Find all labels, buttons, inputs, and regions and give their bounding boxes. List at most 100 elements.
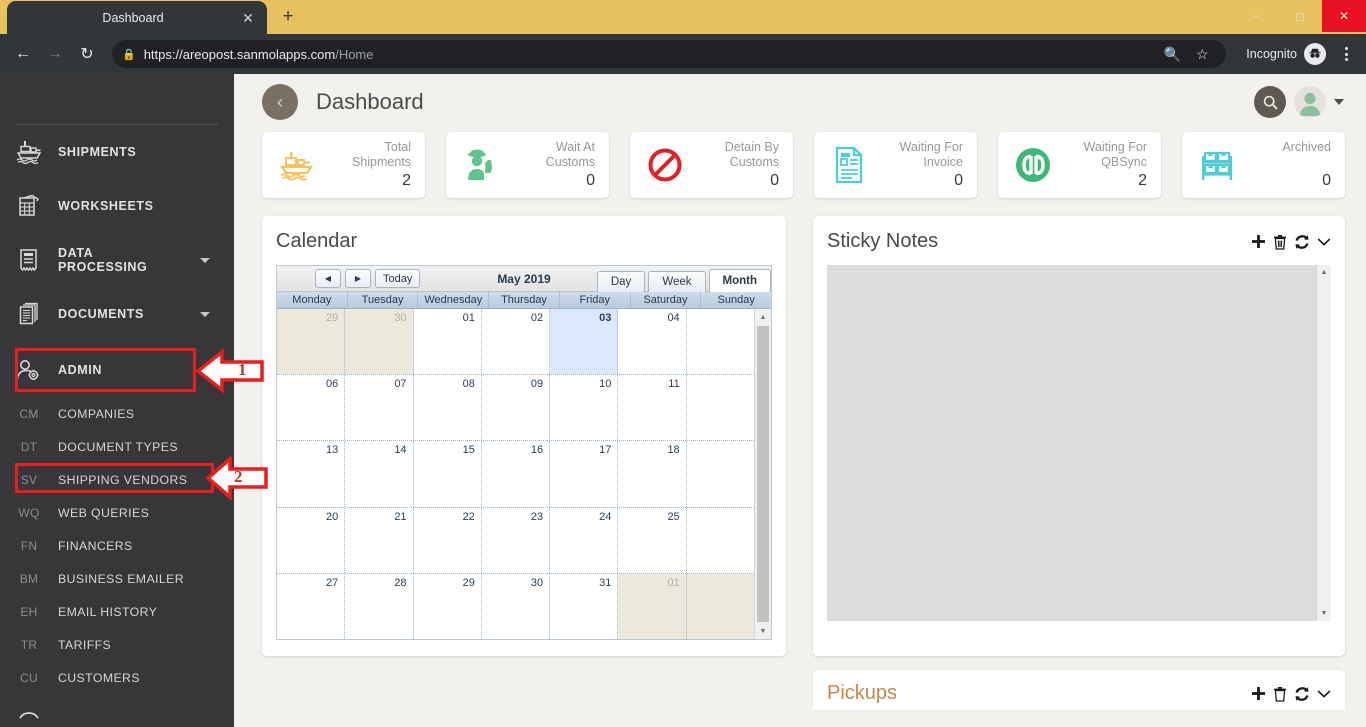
- calendar-day-cell[interactable]: 23: [482, 507, 551, 573]
- calendar-day-cell-today[interactable]: 03: [550, 309, 619, 375]
- arrow-right-icon[interactable]: →: [40, 39, 70, 69]
- sidebar-subitem-business-emailer[interactable]: BM BUSINESS EMAILER: [0, 562, 234, 595]
- calendar-day-cell[interactable]: 29: [414, 573, 482, 639]
- close-icon[interactable]: ✕: [1322, 0, 1366, 32]
- refresh-icon[interactable]: [1294, 234, 1310, 250]
- sidebar-item-admin[interactable]: ADMIN: [0, 343, 234, 397]
- reload-icon[interactable]: ↻: [72, 39, 102, 69]
- chevron-down-icon[interactable]: [1317, 237, 1331, 247]
- calendar-day-cell[interactable]: 01: [414, 309, 482, 375]
- calendar-day-cell[interactable]: [687, 309, 754, 374]
- scrollbar-thumb[interactable]: [757, 326, 769, 622]
- sidebar-subitem-email-history[interactable]: EH EMAIL HISTORY: [0, 595, 234, 628]
- browser-tab[interactable]: Dashboard ✕: [7, 1, 267, 34]
- three-dots-icon[interactable]: [1334, 40, 1358, 68]
- chevron-down-icon[interactable]: [200, 257, 210, 263]
- caret-down-icon[interactable]: [1334, 99, 1344, 105]
- star-icon[interactable]: ☆: [1188, 40, 1216, 68]
- calendar-day-cell[interactable]: [687, 441, 754, 506]
- sidebar-subitem-document-types[interactable]: DT DOCUMENT TYPES: [0, 430, 234, 463]
- sidebar-item-documents[interactable]: DOCUMENTS: [0, 287, 234, 341]
- plus-icon[interactable]: +: [273, 2, 303, 32]
- calendar-day-cell[interactable]: 17: [550, 441, 619, 507]
- calendar-day-cell[interactable]: 30: [345, 309, 414, 375]
- address-bar[interactable]: 🔒 https://areopost.sanmolapps.com/Home 🔍…: [112, 40, 1227, 68]
- calendar-day-cell[interactable]: 27: [277, 573, 346, 639]
- maximize-icon[interactable]: ◻: [1278, 0, 1322, 32]
- trash-icon[interactable]: [1273, 686, 1287, 702]
- calendar-day-cell[interactable]: 24: [550, 507, 619, 573]
- calendar-day-cell[interactable]: 04: [618, 309, 687, 375]
- sidebar-subitem-shipping-vendors[interactable]: SV SHIPPING VENDORS: [0, 463, 234, 496]
- calendar-day-cell[interactable]: [687, 508, 754, 573]
- sidebar-subitem-web-queries[interactable]: WQ WEB QUERIES: [0, 496, 234, 529]
- calendar-day-cell[interactable]: 21: [345, 507, 414, 573]
- search-icon[interactable]: [1254, 86, 1286, 118]
- calendar-scrollbar[interactable]: ▲ ▼: [754, 309, 771, 639]
- zoom-out-icon[interactable]: 🔍: [1158, 40, 1186, 68]
- sticky-notes-content[interactable]: ▲ ▼: [827, 265, 1331, 621]
- calendar-view-day[interactable]: Day: [596, 270, 646, 292]
- calendar-day-cell[interactable]: 20: [277, 507, 346, 573]
- sidebar-subitem-financers[interactable]: FN FINANCERS: [0, 529, 234, 562]
- profile-chip[interactable]: Incognito: [1236, 40, 1332, 68]
- calendar-day-cell[interactable]: 29: [277, 309, 346, 375]
- minimize-icon[interactable]: −: [1234, 0, 1278, 32]
- calendar-today-button[interactable]: Today: [375, 269, 421, 288]
- calendar-day-cell[interactable]: 28: [345, 573, 414, 639]
- calendar-day-cell[interactable]: 10: [550, 375, 619, 441]
- refresh-icon[interactable]: [1294, 686, 1310, 702]
- calendar-day-cell[interactable]: 18: [618, 441, 687, 507]
- calendar-day-cell[interactable]: 25: [618, 507, 687, 573]
- calendar-view-month[interactable]: Month: [708, 268, 771, 292]
- chevron-left-icon[interactable]: ‹: [262, 84, 298, 120]
- arrow-left-icon[interactable]: ←: [8, 39, 38, 69]
- calendar-day-cell[interactable]: 16: [482, 441, 551, 507]
- chevron-down-icon[interactable]: [1317, 689, 1331, 699]
- calendar-day-cell[interactable]: [686, 573, 754, 639]
- calendar-day-cell[interactable]: 30: [482, 573, 551, 639]
- calendar-view-week[interactable]: Week: [648, 270, 706, 292]
- stat-card-archived[interactable]: Archived 0: [1182, 132, 1345, 198]
- sidebar-item-partial[interactable]: [0, 694, 234, 724]
- plus-icon[interactable]: [1251, 234, 1266, 249]
- stat-card-total-shipments[interactable]: Total Shipments 2: [262, 132, 425, 198]
- calendar-day-cell[interactable]: 09: [482, 375, 551, 441]
- calendar-day-cell[interactable]: 14: [345, 441, 414, 507]
- calendar-day-cell[interactable]: 06: [277, 375, 346, 441]
- calendar-next-button[interactable]: ▶: [345, 269, 371, 288]
- trash-icon[interactable]: [1273, 234, 1287, 250]
- calendar-day-cell[interactable]: 31: [550, 573, 619, 639]
- sidebar-subitem-customers[interactable]: CU CUSTOMERS: [0, 661, 234, 694]
- calendar-day-cell[interactable]: [687, 375, 754, 440]
- calendar-day-cell[interactable]: 07: [345, 375, 414, 441]
- chevron-down-icon[interactable]: [200, 311, 210, 317]
- triangle-up-icon[interactable]: ▲: [1317, 265, 1331, 280]
- header-actions: [1254, 86, 1344, 118]
- calendar-day-cell[interactable]: 11: [618, 375, 687, 441]
- sidebar-item-data-processing[interactable]: DATA PROCESSING: [0, 233, 234, 287]
- calendar-day-cell[interactable]: 13: [277, 441, 346, 507]
- stat-card-waiting-for-qbsync[interactable]: Waiting For QBSync 2: [998, 132, 1161, 198]
- calendar-day-cell[interactable]: 22: [414, 507, 482, 573]
- sticky-notes-scrollbar[interactable]: ▲ ▼: [1316, 265, 1331, 621]
- calendar-day-cell[interactable]: 15: [414, 441, 482, 507]
- user-avatar-icon[interactable]: [1294, 86, 1326, 118]
- close-icon[interactable]: ✕: [239, 9, 257, 27]
- stat-card-detain-by-customs[interactable]: Detain By Customs 0: [630, 132, 793, 198]
- chevron-up-icon[interactable]: [200, 367, 210, 373]
- sidebar-item-shipments[interactable]: SHIPMENTS: [0, 125, 234, 179]
- triangle-up-icon[interactable]: ▲: [755, 309, 771, 325]
- calendar-day-cell[interactable]: 02: [482, 309, 551, 375]
- sidebar-subitem-companies[interactable]: CM COMPANIES: [0, 397, 234, 430]
- triangle-down-icon[interactable]: ▼: [755, 623, 771, 639]
- calendar-prev-button[interactable]: ◀: [315, 269, 341, 288]
- calendar-day-cell[interactable]: 08: [414, 375, 482, 441]
- sidebar-subitem-tariffs[interactable]: TR TARIFFS: [0, 628, 234, 661]
- sidebar-item-worksheets[interactable]: WORKSHEETS: [0, 179, 234, 233]
- plus-icon[interactable]: [1251, 686, 1266, 701]
- stat-card-wait-at-customs[interactable]: Wait At Customs 0: [446, 132, 609, 198]
- stat-card-waiting-for-invoice[interactable]: Waiting For Invoice 0: [814, 132, 977, 198]
- calendar-day-cell[interactable]: 01: [618, 573, 687, 639]
- triangle-down-icon[interactable]: ▼: [1317, 606, 1331, 621]
